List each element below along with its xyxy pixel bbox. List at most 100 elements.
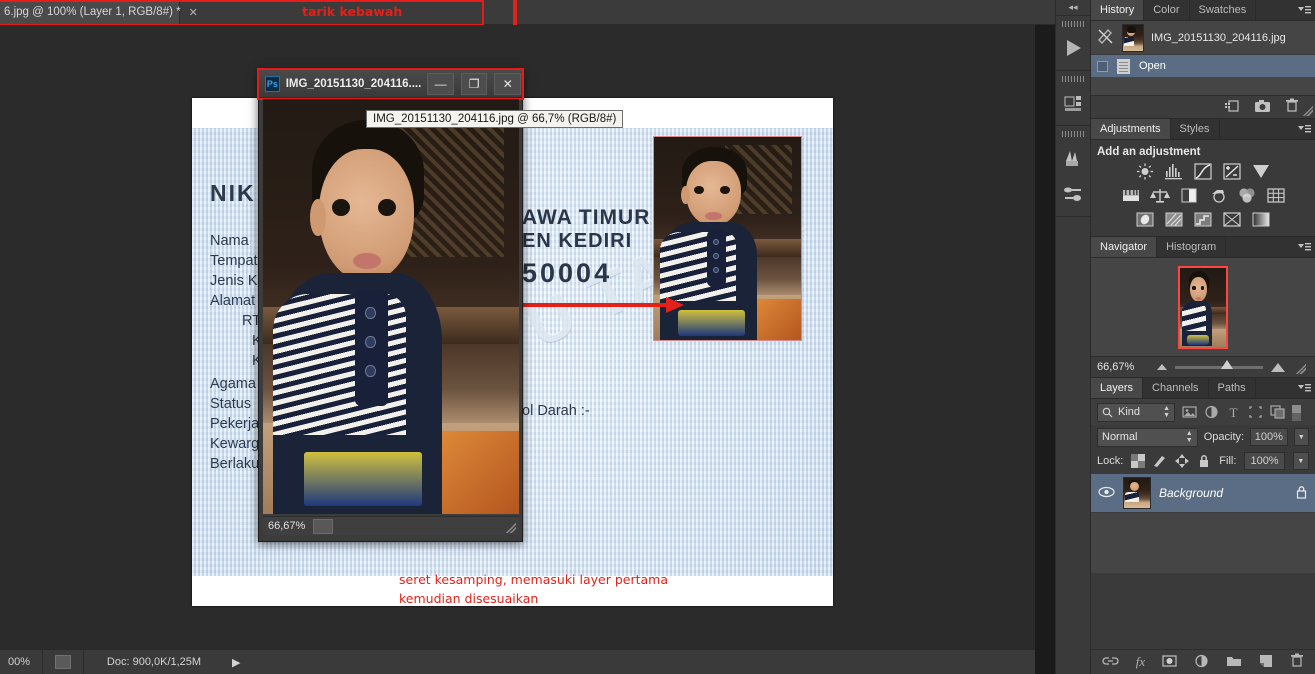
floating-image-window[interactable]: Ps IMG_20151130_204116.... — ❐ ✕ 66,67%	[257, 68, 524, 542]
channel-mixer-icon[interactable]	[1237, 187, 1257, 204]
tab-swatches[interactable]: Swatches	[1190, 0, 1257, 20]
color-balance-icon[interactable]	[1149, 187, 1170, 204]
panel-resize-grip[interactable]	[1300, 103, 1313, 116]
floating-window-titlebar[interactable]: Ps IMG_20151130_204116.... — ❐ ✕	[259, 70, 522, 98]
mini-bridge-icon[interactable]	[1056, 30, 1090, 66]
chevron-updown-icon[interactable]: ▲ ▼	[1163, 405, 1170, 419]
right-panel-column[interactable]: History Color Swatches IMG_20151130_2041…	[1091, 0, 1315, 674]
adjustments-row-3[interactable]	[1091, 211, 1315, 228]
tool-presets-icon[interactable]	[1056, 140, 1090, 176]
collapse-panels-icon[interactable]: ◂◂	[1056, 0, 1090, 16]
new-group-icon[interactable]	[1226, 654, 1242, 670]
lock-position-icon[interactable]	[1175, 454, 1190, 468]
new-layer-icon[interactable]	[1259, 654, 1273, 671]
layer-lock-icon[interactable]	[1295, 485, 1308, 502]
history-snapshot-row[interactable]: IMG_20151130_204116.jpg	[1091, 21, 1315, 55]
layers-panel-footer[interactable]: fx	[1091, 649, 1315, 674]
brightness-contrast-icon[interactable]	[1135, 163, 1155, 180]
new-document-icon[interactable]	[1224, 98, 1240, 116]
dock-drag-handle[interactable]	[1062, 129, 1084, 138]
adjustments-panel[interactable]: Adjustments Styles Add an adjustment	[1091, 119, 1315, 237]
zoom-in-icon[interactable]	[1271, 362, 1285, 372]
adjustments-row-1[interactable]	[1091, 163, 1315, 180]
navigator-zoom-value[interactable]: 66,67%	[1097, 361, 1149, 373]
levels-icon[interactable]	[1164, 163, 1184, 180]
panel-menu-icon[interactable]	[1297, 241, 1311, 253]
tab-channels[interactable]: Channels	[1143, 378, 1209, 398]
shape-layers-icon[interactable]	[1248, 405, 1263, 420]
layer-row-background[interactable]: Background	[1091, 473, 1315, 513]
3d-panel-icon[interactable]	[1056, 85, 1090, 121]
dock-drag-handle[interactable]	[1062, 74, 1084, 83]
dock-group-3d[interactable]	[1056, 74, 1090, 126]
delete-trash-icon[interactable]	[1285, 98, 1299, 116]
curves-icon[interactable]	[1193, 163, 1213, 180]
tab-histogram[interactable]: Histogram	[1157, 237, 1227, 257]
lock-all-icon[interactable]	[1197, 454, 1211, 468]
threshold-icon[interactable]	[1193, 211, 1213, 228]
layer-style-fx-icon[interactable]: fx	[1136, 654, 1145, 670]
panel-menu-icon[interactable]	[1297, 382, 1311, 394]
close-button[interactable]: ✕	[494, 72, 521, 95]
layers-filter-row[interactable]: Kind ▲ ▼ T	[1091, 399, 1315, 425]
layers-list[interactable]: Background	[1091, 473, 1315, 573]
zoom-out-icon[interactable]	[1157, 364, 1167, 370]
panel-menu-icon[interactable]	[1297, 4, 1311, 16]
adjustment-layers-icon[interactable]	[1204, 405, 1219, 420]
exposure-icon[interactable]	[1222, 163, 1242, 180]
layers-panel[interactable]: Layers Channels Paths Kind ▲ ▼ T Normal …	[1091, 378, 1315, 573]
collapsed-panel-dock[interactable]: ◂◂	[1055, 0, 1091, 674]
adjustments-panel-body[interactable]: Add an adjustment	[1091, 140, 1315, 236]
layer-visibility-eye-icon[interactable]	[1098, 486, 1115, 501]
dock-drag-handle[interactable]	[1062, 19, 1084, 28]
history-state-open[interactable]: Open	[1091, 55, 1315, 77]
document-tab[interactable]: 6.jpg @ 100% (Layer 1, RGB/8#) * ✕	[0, 0, 198, 24]
status-doc-icon[interactable]	[313, 518, 334, 534]
lock-pixels-icon[interactable]	[1153, 454, 1167, 468]
floating-window-canvas[interactable]	[263, 99, 519, 514]
tab-adjustments[interactable]: Adjustments	[1091, 119, 1171, 139]
navigator-thumbnail[interactable]	[1178, 265, 1228, 349]
tab-styles[interactable]: Styles	[1171, 119, 1220, 139]
filter-toggle-icon[interactable]	[1292, 404, 1301, 421]
history-state-checkbox[interactable]	[1097, 60, 1108, 72]
color-lookup-icon[interactable]	[1266, 187, 1286, 204]
adjustments-row-2[interactable]	[1091, 187, 1315, 204]
navigator-zoom-bar[interactable]: 66,67%	[1091, 356, 1315, 377]
link-layers-icon[interactable]	[1102, 655, 1119, 670]
layer-mask-icon[interactable]	[1162, 654, 1177, 671]
history-panel-footer[interactable]	[1091, 95, 1315, 118]
adjustments-panel-tabs[interactable]: Adjustments Styles	[1091, 119, 1315, 140]
floating-window-status-bar[interactable]: 66,67%	[263, 516, 519, 535]
history-panel-tabs[interactable]: History Color Swatches	[1091, 0, 1315, 21]
layers-blend-row[interactable]: Normal ▲ ▼ Opacity: 100% ▼	[1091, 425, 1315, 449]
tab-layers[interactable]: Layers	[1091, 378, 1144, 398]
new-adjustment-layer-icon[interactable]	[1194, 654, 1209, 671]
tab-navigator[interactable]: Navigator	[1091, 237, 1158, 257]
chevron-updown-icon[interactable]: ▲ ▼	[1186, 430, 1193, 444]
blend-mode-select[interactable]: Normal ▲ ▼	[1097, 427, 1198, 447]
tab-history[interactable]: History	[1091, 0, 1145, 20]
tab-color[interactable]: Color	[1144, 0, 1190, 20]
photo-filter-icon[interactable]	[1208, 187, 1228, 204]
panel-menu-icon[interactable]	[1297, 123, 1311, 135]
minimize-button[interactable]: —	[427, 72, 454, 95]
delete-layer-icon[interactable]	[1290, 653, 1304, 671]
layers-panel-tabs[interactable]: Layers Channels Paths	[1091, 378, 1315, 399]
canvas-work-area[interactable]: KARTU TANDA AWA TIMUR EN KEDIRI 50004 NI…	[0, 25, 1035, 649]
opacity-value[interactable]: 100%	[1250, 428, 1288, 446]
layer-thumbnail[interactable]	[1123, 477, 1151, 509]
history-panel-body[interactable]: IMG_20151130_204116.jpg Open	[1091, 21, 1315, 95]
layer-filter-kind-select[interactable]: Kind ▲ ▼	[1097, 402, 1175, 422]
lock-transparency-icon[interactable]	[1131, 454, 1146, 468]
fill-value[interactable]: 100%	[1244, 452, 1285, 470]
brush-presets-icon[interactable]	[1056, 176, 1090, 212]
dock-group-mini-bridge[interactable]	[1056, 19, 1090, 71]
maximize-button[interactable]: ❐	[460, 72, 488, 95]
zoom-slider[interactable]	[1175, 359, 1263, 369]
gradient-map-icon[interactable]	[1251, 211, 1271, 228]
navigator-panel[interactable]: Navigator Histogram 66,67%	[1091, 237, 1315, 378]
status-zoom[interactable]: 00%	[0, 650, 42, 674]
navigator-preview[interactable]	[1091, 258, 1315, 356]
vibrance-icon[interactable]	[1251, 163, 1271, 180]
